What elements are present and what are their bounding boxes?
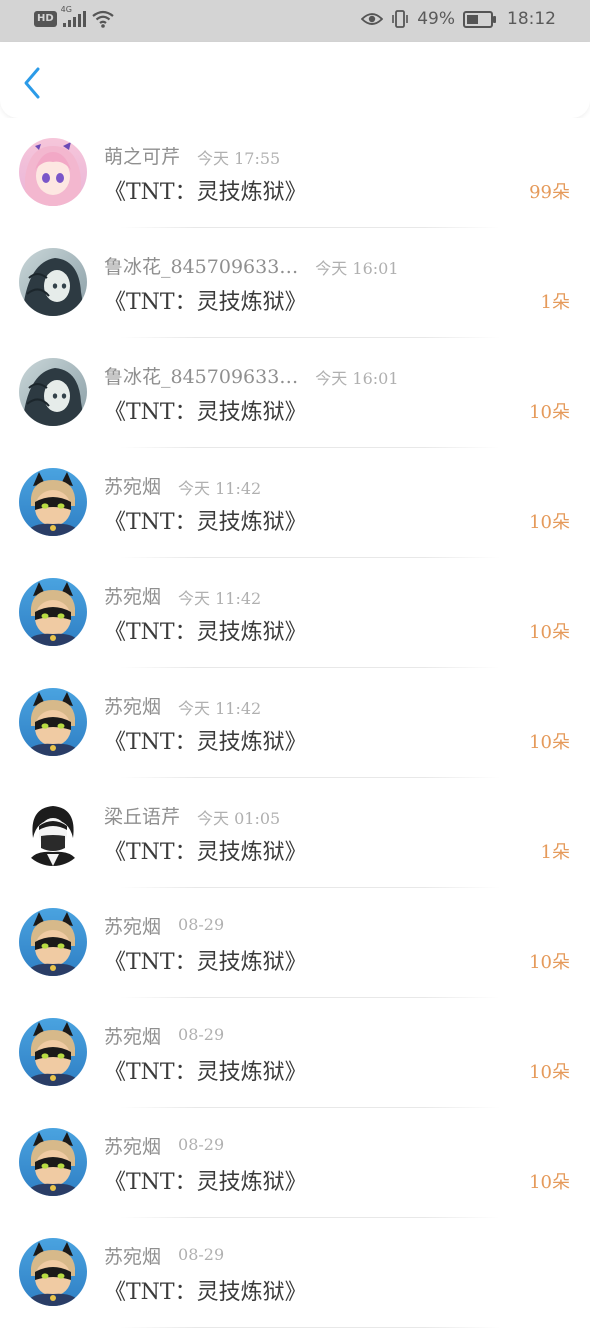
book-title: 《TNT：灵技炼狱》 [104, 1280, 307, 1305]
flower-count: 10朵 [529, 952, 570, 973]
list-item[interactable]: 梁丘语芹 今天 01:05 《TNT：灵技炼狱》 1朵 [0, 778, 590, 888]
sender-name: 苏宛烟 [104, 1136, 162, 1158]
flower-count: 1朵 [540, 292, 570, 313]
flower-count: 1朵 [540, 842, 570, 863]
sender-name: 萌之可芹 [104, 146, 181, 168]
chevron-left-icon [24, 67, 40, 99]
timestamp: 今天 01:05 [197, 809, 281, 828]
timestamp: 今天 11:42 [178, 589, 262, 608]
sender-name: 苏宛烟 [104, 1246, 162, 1268]
book-title: 《TNT：灵技炼狱》 [104, 1170, 307, 1195]
sender-name: 苏宛烟 [104, 696, 162, 718]
vibrate-icon [392, 10, 409, 28]
flower-count: 10朵 [529, 1062, 570, 1083]
flower-count: 10朵 [529, 1172, 570, 1193]
timestamp: 今天 16:01 [315, 259, 399, 278]
timestamp: 08-29 [178, 1135, 225, 1154]
avatar[interactable] [19, 248, 87, 316]
timestamp: 今天 16:01 [315, 369, 399, 388]
flower-count: 10朵 [529, 512, 570, 533]
status-right: 49% 18:12 [361, 9, 556, 29]
sender-name: 梁丘语芹 [104, 806, 181, 828]
list-item[interactable]: 萌之可芹 今天 17:55 《TNT：灵技炼狱》 99朵 [0, 118, 590, 228]
top-nav-bar [0, 42, 590, 118]
flower-count: 99朵 [529, 182, 570, 203]
sender-name: 鲁冰花_845709633… [104, 366, 299, 388]
signal-icon: 4G [61, 5, 86, 27]
timestamp: 今天 17:55 [197, 149, 281, 168]
book-title: 《TNT：灵技炼狱》 [104, 950, 307, 975]
sender-name: 鲁冰花_845709633… [104, 256, 299, 278]
wifi-icon [91, 10, 114, 28]
flower-count: 10朵 [529, 622, 570, 643]
timestamp: 08-29 [178, 915, 225, 934]
back-button[interactable] [16, 64, 50, 102]
status-left: HD 4G [34, 5, 114, 28]
avatar[interactable] [19, 1128, 87, 1196]
timestamp: 今天 11:42 [178, 479, 262, 498]
timestamp: 08-29 [178, 1245, 225, 1264]
sender-name: 苏宛烟 [104, 476, 162, 498]
sender-name: 苏宛烟 [104, 586, 162, 608]
avatar[interactable] [19, 908, 87, 976]
book-title: 《TNT：灵技炼狱》 [104, 400, 307, 425]
network-type-label: 4G [60, 5, 72, 14]
timestamp: 今天 11:42 [178, 699, 262, 718]
flower-count: 10朵 [529, 402, 570, 423]
avatar[interactable] [19, 468, 87, 536]
gift-record-list[interactable]: 萌之可芹 今天 17:55 《TNT：灵技炼狱》 99朵鲁冰花_845709633… 今… [0, 118, 590, 1328]
list-item[interactable]: 苏宛烟 今天 11:42 《TNT：灵技炼狱》 10朵 [0, 668, 590, 778]
book-title: 《TNT：灵技炼狱》 [104, 840, 307, 865]
eye-icon [361, 13, 384, 25]
list-item[interactable]: 鲁冰花_845709633… 今天 16:01 《TNT：灵技炼狱》 1朵 [0, 228, 590, 338]
hd-icon: HD [34, 11, 57, 27]
battery-percent: 49% [417, 9, 455, 29]
avatar[interactable] [19, 578, 87, 646]
avatar[interactable] [19, 1238, 87, 1306]
book-title: 《TNT：灵技炼狱》 [104, 510, 307, 535]
book-title: 《TNT：灵技炼狱》 [104, 290, 307, 315]
timestamp: 08-29 [178, 1025, 225, 1044]
avatar[interactable] [19, 358, 87, 426]
book-title: 《TNT：灵技炼狱》 [104, 180, 307, 205]
list-item[interactable]: 苏宛烟 08-29 《TNT：灵技炼狱》 10朵 [0, 1108, 590, 1218]
list-item[interactable]: 苏宛烟 08-29 《TNT：灵技炼狱》 [0, 1218, 590, 1328]
flower-count: 10朵 [529, 732, 570, 753]
list-item[interactable]: 苏宛烟 08-29 《TNT：灵技炼狱》 10朵 [0, 888, 590, 998]
avatar[interactable] [19, 138, 87, 206]
list-item[interactable]: 苏宛烟 今天 11:42 《TNT：灵技炼狱》 10朵 [0, 558, 590, 668]
clock: 18:12 [507, 9, 556, 29]
avatar[interactable] [19, 1018, 87, 1086]
sender-name: 苏宛烟 [104, 916, 162, 938]
book-title: 《TNT：灵技炼狱》 [104, 730, 307, 755]
list-item[interactable]: 苏宛烟 今天 11:42 《TNT：灵技炼狱》 10朵 [0, 448, 590, 558]
list-item[interactable]: 鲁冰花_845709633… 今天 16:01 《TNT：灵技炼狱》 10朵 [0, 338, 590, 448]
battery-icon [463, 10, 496, 28]
status-bar: HD 4G 49% 18:12 [0, 0, 590, 42]
list-item[interactable]: 苏宛烟 08-29 《TNT：灵技炼狱》 10朵 [0, 998, 590, 1108]
book-title: 《TNT：灵技炼狱》 [104, 620, 307, 645]
sender-name: 苏宛烟 [104, 1026, 162, 1048]
avatar[interactable] [19, 798, 87, 866]
book-title: 《TNT：灵技炼狱》 [104, 1060, 307, 1085]
avatar[interactable] [19, 688, 87, 756]
